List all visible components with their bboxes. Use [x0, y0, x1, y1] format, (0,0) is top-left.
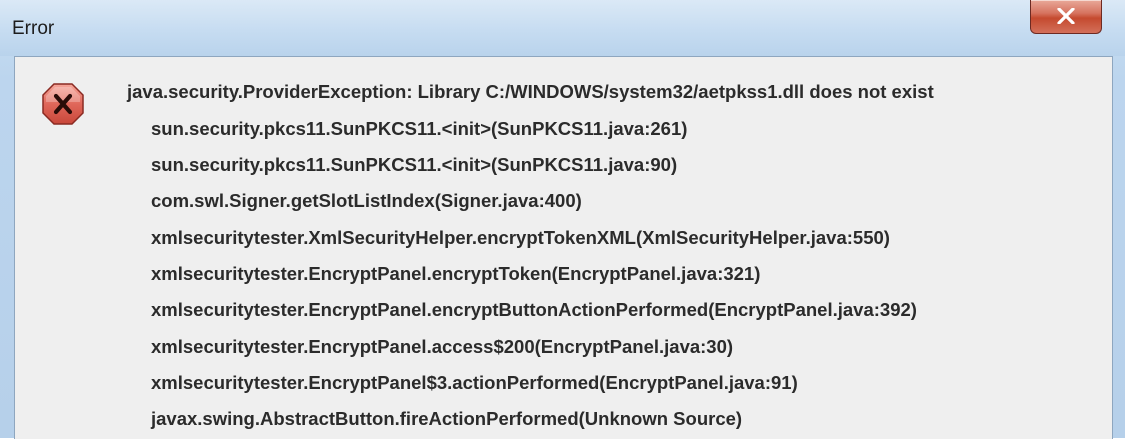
stack-trace-line: xmlsecuritytester.EncryptPanel.encryptBu…	[151, 299, 917, 320]
close-icon	[1057, 8, 1075, 24]
close-button[interactable]	[1030, 0, 1102, 34]
dialog-content: java.security.ProviderException: Library…	[14, 56, 1113, 439]
stack-trace-line: xmlsecuritytester.EncryptPanel$3.actionP…	[151, 372, 798, 393]
stack-trace-line: sun.security.pkcs11.SunPKCS11.<init>(Sun…	[151, 118, 688, 139]
stack-trace-line: xmlsecuritytester.EncryptPanel.encryptTo…	[151, 263, 761, 284]
stack-trace: java.security.ProviderException: Library…	[15, 57, 1112, 439]
exception-message: java.security.ProviderException: Library…	[127, 81, 934, 102]
stack-trace-line: sun.security.pkcs11.SunPKCS11.<init>(Sun…	[151, 154, 678, 175]
stack-trace-line: xmlsecuritytester.EncryptPanel.access$20…	[151, 336, 734, 357]
window-title: Error	[12, 18, 55, 39]
title-bar[interactable]: Error	[0, 0, 1125, 56]
error-dialog-window: Error java.security.ProviderException: L…	[0, 0, 1125, 439]
stack-trace-line: javax.swing.AbstractButton.fireActionPer…	[151, 408, 743, 429]
stack-trace-line: com.swl.Signer.getSlotListIndex(Signer.j…	[151, 190, 582, 211]
stack-trace-line: xmlsecuritytester.XmlSecurityHelper.encr…	[151, 227, 890, 248]
